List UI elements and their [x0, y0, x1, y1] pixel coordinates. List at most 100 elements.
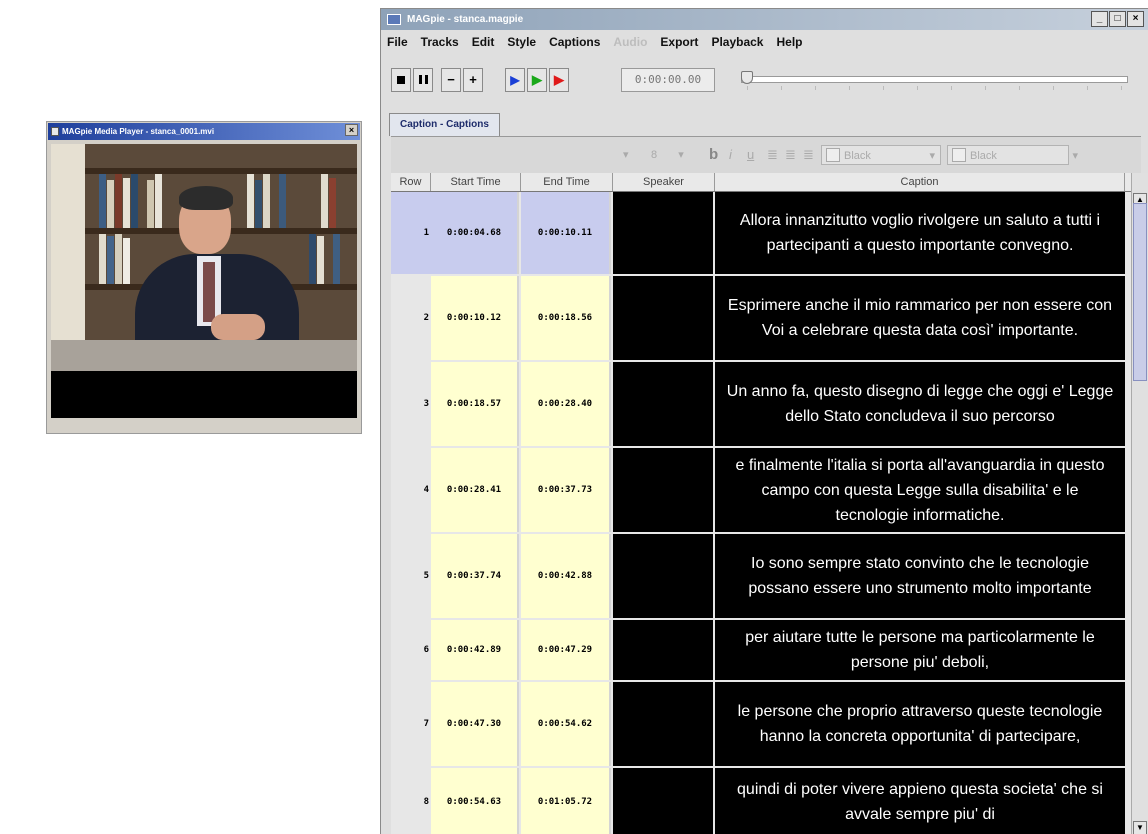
speaker-cell[interactable] [613, 620, 713, 680]
header-row[interactable]: Row [391, 173, 431, 191]
table-row[interactable]: 2 0:00:10.12 0:00:18.56 Esprimere anche il … [391, 276, 1131, 362]
start-time-cell[interactable]: 0:00:54.63 [431, 768, 519, 834]
row-number[interactable]: 6 [391, 620, 431, 680]
align-left-icon[interactable]: ≣ [767, 145, 778, 165]
header-speaker[interactable]: Speaker [613, 173, 715, 191]
menu-captions[interactable]: Captions [549, 35, 600, 49]
pause-button[interactable] [413, 68, 433, 92]
caption-cell[interactable]: Esprimere anche il mio rammarico per non… [715, 276, 1125, 360]
end-time-cell[interactable]: 0:00:10.11 [521, 192, 611, 274]
stop-button[interactable] [391, 68, 411, 92]
caption-cell[interactable]: Io sono sempre stato convinto che le tec… [715, 534, 1125, 618]
menu-edit[interactable]: Edit [472, 35, 495, 49]
start-time-cell[interactable]: 0:00:37.74 [431, 534, 519, 618]
table-row[interactable]: 5 0:00:37.74 0:00:42.88 Io sono sempre stat… [391, 534, 1131, 620]
start-time-cell[interactable]: 0:00:47.30 [431, 682, 519, 766]
timeline-slider[interactable] [741, 71, 1128, 92]
main-title-bar[interactable]: MAGpie - stanca.magpie [381, 9, 1148, 30]
header-caption[interactable]: Caption [715, 173, 1125, 191]
row-number[interactable]: 7 [391, 682, 431, 766]
player-title: MAGpie Media Player - stanca_0001.mvi [62, 127, 215, 136]
player-title-bar[interactable]: MAGpie Media Player - stanca_0001.mvi [48, 123, 360, 140]
speaker-cell[interactable] [613, 362, 713, 446]
color-swatch [952, 148, 966, 163]
play-red-button[interactable]: ▶ [549, 68, 569, 92]
tab-caption-captions[interactable]: Caption - Captions [389, 113, 500, 136]
speaker-cell[interactable] [613, 768, 713, 834]
caption-cell[interactable]: Allora innanzitutto voglio rivolgere un … [715, 192, 1125, 274]
close-button[interactable]: × [1127, 11, 1144, 27]
play-green-button[interactable]: ▶ [527, 68, 547, 92]
table-row[interactable]: 4 0:00:28.41 0:00:37.73 e finalmente l'ital… [391, 448, 1131, 534]
row-number[interactable]: 5 [391, 534, 431, 618]
speaker-cell[interactable] [613, 276, 713, 360]
background-color-select[interactable]: Black ▾ [947, 145, 1078, 165]
caption-cell[interactable]: le persone che proprio attraverso queste… [715, 682, 1125, 766]
align-center-icon[interactable]: ≣ [785, 145, 796, 165]
scene-book [321, 174, 328, 228]
row-number[interactable]: 1 [391, 192, 431, 274]
minimize-button[interactable]: _ [1091, 11, 1108, 27]
bold-button[interactable]: b [709, 145, 718, 165]
video-frame [51, 144, 357, 418]
row-number[interactable]: 3 [391, 362, 431, 446]
menu-export[interactable]: Export [660, 35, 698, 49]
scroll-thumb[interactable] [1133, 203, 1147, 381]
start-time-cell[interactable]: 0:00:42.89 [431, 620, 519, 680]
end-time-cell[interactable]: 0:00:37.73 [521, 448, 611, 532]
underline-button[interactable]: u [747, 145, 754, 165]
row-number[interactable]: 2 [391, 276, 431, 360]
start-time-cell[interactable]: 0:00:28.41 [431, 448, 519, 532]
start-time-cell[interactable]: 0:00:10.12 [431, 276, 519, 360]
table-row[interactable]: 8 0:00:54.63 0:01:05.72 quindi di poter viv… [391, 768, 1131, 834]
row-number[interactable]: 8 [391, 768, 431, 834]
maximize-button[interactable]: □ [1109, 11, 1126, 27]
scene-book [99, 234, 106, 284]
vertical-scrollbar[interactable]: ▲ ▼ [1131, 173, 1148, 834]
start-time-cell[interactable]: 0:00:04.68 [431, 192, 519, 274]
menu-style[interactable]: Style [507, 35, 536, 49]
font-size-value: 8 [651, 149, 658, 161]
play-blue-button[interactable]: ▶ [505, 68, 525, 92]
scene-book [99, 174, 106, 228]
scene-book [147, 180, 154, 228]
media-player-window: MAGpie Media Player - stanca_0001.mvi × [46, 121, 362, 434]
row-number[interactable]: 4 [391, 448, 431, 532]
caption-cell[interactable]: Un anno fa, questo disegno di legge che … [715, 362, 1125, 446]
player-close-button[interactable]: × [345, 124, 358, 136]
italic-button[interactable]: i [729, 145, 732, 165]
caption-cell[interactable]: quindi di poter vivere appieno questa so… [715, 768, 1125, 834]
speaker-cell[interactable] [613, 534, 713, 618]
menu-tracks[interactable]: Tracks [421, 35, 459, 49]
table-row[interactable]: 1 0:00:04.68 0:00:10.11 Allora innanzitutto… [391, 192, 1131, 276]
caption-cell[interactable]: per aiutare tutte le persone ma particol… [715, 620, 1125, 680]
decrease-button[interactable]: − [441, 68, 461, 92]
font-size-select[interactable]: 8 ▾ [651, 145, 701, 165]
header-end-time[interactable]: End Time [521, 173, 613, 191]
end-time-cell[interactable]: 0:01:05.72 [521, 768, 611, 834]
slider-thumb[interactable] [741, 71, 753, 84]
start-time-cell[interactable]: 0:00:18.57 [431, 362, 519, 446]
scene-book [115, 174, 122, 228]
menu-help[interactable]: Help [776, 35, 802, 49]
header-start-time[interactable]: Start Time [431, 173, 521, 191]
font-dropdown-arrow[interactable]: ▾ [623, 145, 629, 165]
align-right-icon[interactable]: ≣ [803, 145, 814, 165]
speaker-cell[interactable] [613, 448, 713, 532]
end-time-cell[interactable]: 0:00:18.56 [521, 276, 611, 360]
speaker-cell[interactable] [613, 192, 713, 274]
end-time-cell[interactable]: 0:00:42.88 [521, 534, 611, 618]
scroll-down-icon[interactable]: ▼ [1133, 821, 1147, 834]
table-row[interactable]: 3 0:00:18.57 0:00:28.40 Un anno fa, questo … [391, 362, 1131, 448]
table-row[interactable]: 7 0:00:47.30 0:00:54.62 le persone che prop… [391, 682, 1131, 768]
increase-button[interactable]: + [463, 68, 483, 92]
foreground-color-select[interactable]: Black ▾ [821, 145, 941, 165]
end-time-cell[interactable]: 0:00:47.29 [521, 620, 611, 680]
menu-playback[interactable]: Playback [711, 35, 763, 49]
caption-cell[interactable]: e finalmente l'italia si porta all'avang… [715, 448, 1125, 532]
table-row[interactable]: 6 0:00:42.89 0:00:47.29 per aiutare tutte l… [391, 620, 1131, 682]
end-time-cell[interactable]: 0:00:54.62 [521, 682, 611, 766]
end-time-cell[interactable]: 0:00:28.40 [521, 362, 611, 446]
menu-file[interactable]: File [387, 35, 408, 49]
speaker-cell[interactable] [613, 682, 713, 766]
